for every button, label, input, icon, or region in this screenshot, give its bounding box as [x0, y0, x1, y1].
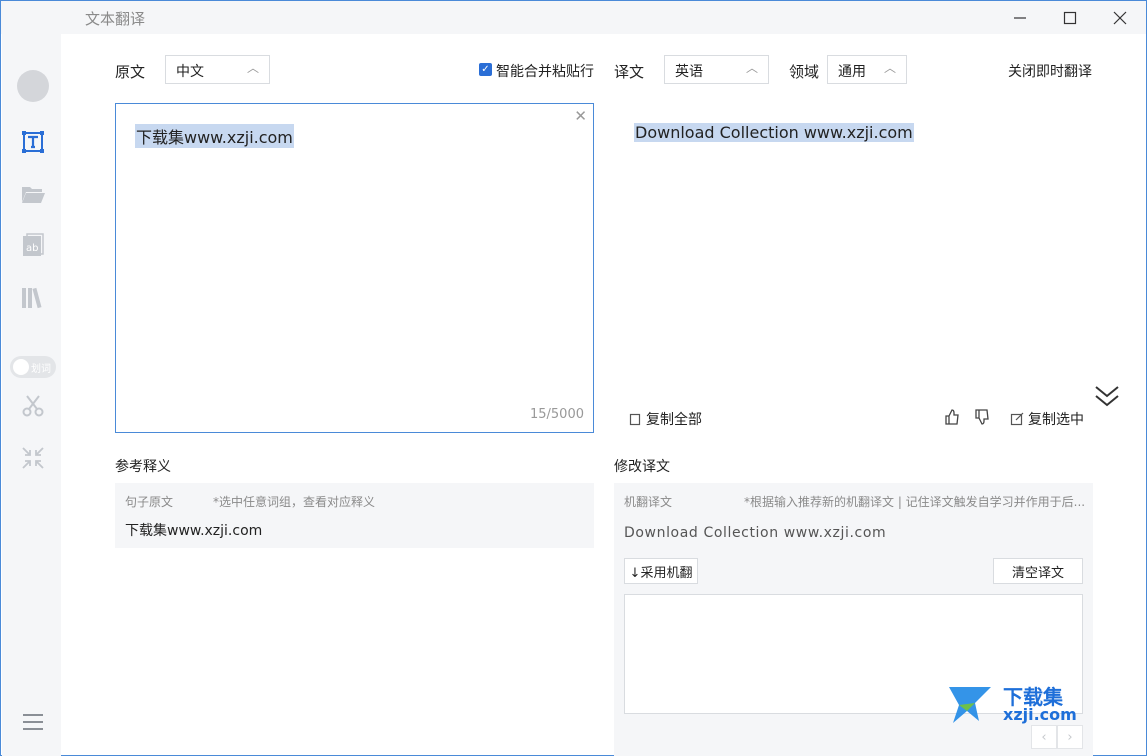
chevron-up-icon: ︿	[883, 61, 896, 75]
reference-hint: *选中任意词组，查看对应释义	[213, 495, 376, 509]
thumbs-up-icon[interactable]	[944, 409, 960, 429]
domain-value: 通用	[838, 64, 866, 80]
char-counter: 15/5000	[529, 407, 584, 422]
source-text-area[interactable]: 下载集www.xzji.com ✕ 15/5000	[115, 103, 594, 433]
source-text[interactable]: 下载集www.xzji.com	[135, 124, 294, 148]
machine-text: Download Collection www.xzji.com	[624, 525, 887, 541]
target-label: 译文	[614, 63, 645, 81]
source-language-select[interactable]: 中文 ︿	[165, 55, 270, 84]
copy-selected-label: 复制选中	[1028, 412, 1084, 428]
minimize-icon	[1014, 17, 1026, 19]
smart-merge-checkbox[interactable]: ✓	[479, 63, 492, 76]
clear-translation-button[interactable]: 清空译文	[993, 558, 1083, 584]
clear-source-icon[interactable]: ✕	[574, 107, 587, 125]
machine-label: 机翻译文	[624, 495, 673, 509]
domain-label: 领域	[789, 63, 820, 81]
sidebar: ab 划词	[2, 34, 61, 756]
collapse-icon[interactable]	[18, 443, 48, 473]
revise-title: 修改译文	[614, 459, 670, 475]
document-translate-icon[interactable]: ab	[18, 231, 48, 261]
copy-all-button[interactable]: 复制全部	[628, 409, 702, 429]
word-select-toggle[interactable]: 划词	[10, 356, 56, 378]
thumbs-down-icon[interactable]	[974, 409, 990, 429]
toggle-knob	[13, 359, 29, 375]
smart-merge-label: 智能合并粘贴行	[496, 64, 594, 80]
source-language-value: 中文	[176, 64, 204, 80]
chevron-up-icon: ︿	[745, 61, 758, 75]
minimize-button[interactable]	[997, 3, 1043, 33]
copy-all-label: 复制全部	[646, 412, 702, 428]
maximize-icon	[1063, 11, 1077, 25]
sentence-label: 句子原文	[125, 495, 174, 509]
watermark-site: xzji.com	[1003, 705, 1077, 724]
avatar[interactable]	[17, 70, 49, 102]
copy-icon	[629, 413, 641, 426]
window-title: 文本翻译	[85, 10, 146, 28]
reference-title: 参考释义	[115, 459, 171, 475]
machine-hint: *根据输入推荐新的机翻译文 | 记住译文触发自学习并作用于后...	[744, 495, 1084, 509]
target-language-value: 英语	[675, 64, 703, 80]
app-window: 文本翻译 ab 划词 原文 中文 ︿ ✓ 智能合并粘贴行 译文 英语 ︿ 领域 …	[0, 0, 1147, 756]
menu-icon[interactable]	[18, 707, 48, 737]
target-text[interactable]: Download Collection www.xzji.com	[634, 123, 914, 142]
scissors-icon[interactable]	[18, 391, 48, 421]
maximize-button[interactable]	[1047, 3, 1093, 33]
source-label: 原文	[115, 63, 146, 81]
reference-sentence[interactable]: 下载集www.xzji.com	[125, 520, 262, 540]
svg-text:ab: ab	[26, 243, 38, 254]
title-bar: 文本翻译	[1, 1, 1146, 34]
close-window-button[interactable]	[1097, 3, 1143, 33]
text-translate-icon[interactable]	[18, 127, 48, 157]
toggle-label: 划词	[31, 364, 51, 375]
target-language-select[interactable]: 英语 ︿	[664, 55, 769, 84]
site-watermark: 下载集 xzji.com	[945, 681, 1085, 729]
copy-selected-button[interactable]: 复制选中	[1010, 409, 1084, 429]
domain-select[interactable]: 通用 ︿	[827, 55, 907, 84]
reference-panel: 句子原文 *选中任意词组，查看对应释义 下载集www.xzji.com	[115, 483, 594, 548]
close-icon	[1113, 11, 1127, 25]
edit-icon	[1010, 412, 1024, 426]
folder-icon[interactable]	[18, 179, 48, 209]
chevron-up-icon: ︿	[246, 61, 259, 75]
close-instant-translate-button[interactable]: 关闭即时翻译	[1008, 61, 1092, 81]
library-icon[interactable]	[18, 283, 48, 313]
expand-chevron-icon[interactable]	[1093, 382, 1121, 410]
adopt-machine-button[interactable]: ↓采用机翻	[624, 558, 698, 584]
